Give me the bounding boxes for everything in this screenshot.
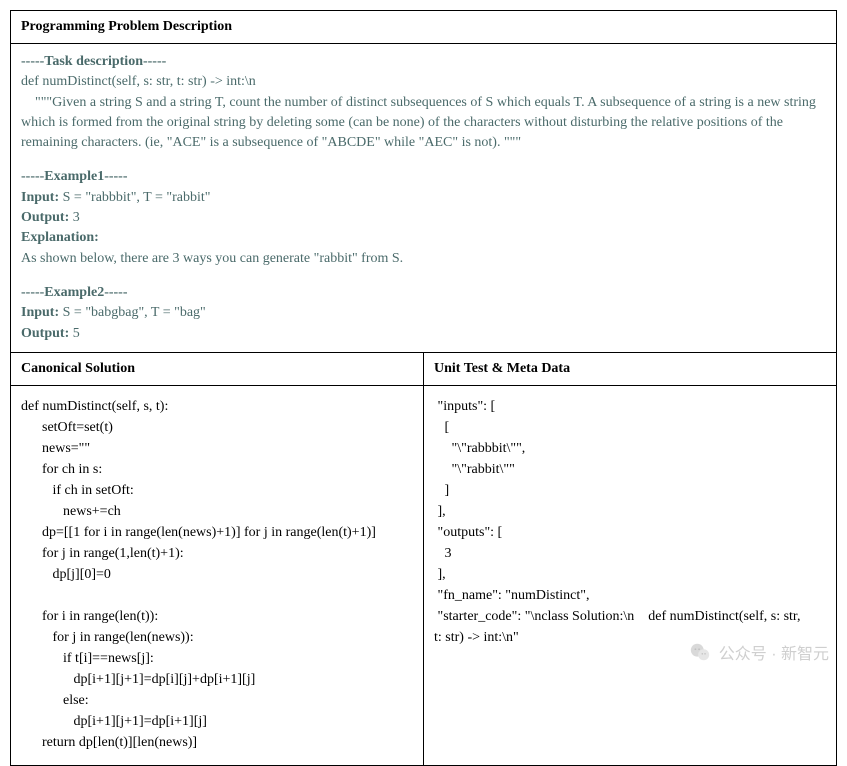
example1-output-value: 3	[69, 210, 80, 225]
example1-output-label: Output:	[21, 210, 69, 225]
example1-marker: -----Example1-----	[21, 169, 128, 184]
header-title: Programming Problem Description	[21, 19, 232, 34]
unit-test-header: Unit Test & Meta Data	[424, 353, 836, 385]
example1-input-value: S = "rabbbit", T = "rabbit"	[59, 190, 210, 205]
description-row: -----Task description----- def numDistin…	[11, 44, 836, 353]
task-marker: -----Task description-----	[21, 54, 166, 69]
docstring: """Given a string S and a string T, coun…	[21, 93, 826, 154]
canonical-solution-header: Canonical Solution	[11, 353, 424, 385]
subheader-row: Canonical Solution Unit Test & Meta Data	[11, 353, 836, 386]
example2-marker: -----Example2-----	[21, 285, 128, 300]
unit-test-content: "inputs": [ [ "\"rabbbit\"", "\"rabbit\"…	[424, 386, 836, 765]
example1-input-label: Input:	[21, 190, 59, 205]
example2-input-label: Input:	[21, 305, 59, 320]
example1-explanation-text: As shown below, there are 3 ways you can…	[21, 249, 826, 269]
canonical-solution-code: def numDistinct(self, s, t): setOft=set(…	[11, 386, 424, 765]
problem-table: Programming Problem Description -----Tas…	[10, 10, 837, 766]
example2-output-value: 5	[69, 326, 80, 341]
header-row: Programming Problem Description	[11, 11, 836, 44]
example2-input-value: S = "babgbag", T = "bag"	[59, 305, 206, 320]
body-row: def numDistinct(self, s, t): setOft=set(…	[11, 386, 836, 765]
example2-output-label: Output:	[21, 326, 69, 341]
example1-explanation-label: Explanation:	[21, 230, 99, 245]
function-signature: def numDistinct(self, s: str, t: str) ->…	[21, 72, 826, 92]
